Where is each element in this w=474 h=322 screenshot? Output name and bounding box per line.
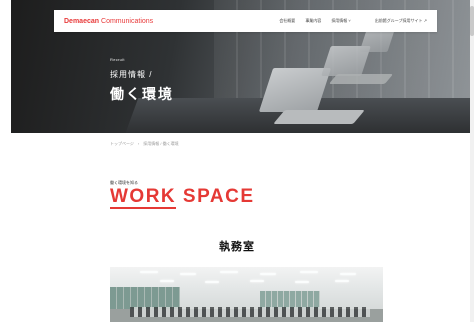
ceiling-light	[220, 271, 238, 273]
breadcrumb-separator: ›	[137, 141, 140, 146]
ceiling-light	[160, 280, 174, 282]
section-title-rest: SPACE	[176, 186, 255, 207]
site-logo[interactable]: Demaecan Communications	[64, 18, 153, 25]
breadcrumb-home[interactable]: トップページ	[110, 141, 134, 147]
hero-laptop-keyboard-2	[328, 74, 394, 84]
ceiling-light	[335, 280, 349, 282]
nav-item-company[interactable]: 会社概要	[279, 18, 295, 24]
hero-text: Recruit 採用情報 / 働く環境	[110, 57, 174, 104]
section-title-prefix: WORK	[110, 186, 177, 209]
scrollbar-thumb[interactable]	[470, 6, 474, 36]
nav-item-group-recruit[interactable]: 出前館グループ採用サイト ↗	[375, 18, 427, 24]
ceiling-light	[205, 281, 219, 283]
nav-item-business[interactable]: 事業内容	[305, 18, 321, 24]
hero-eyebrow: Recruit	[110, 57, 125, 62]
ceiling-light	[250, 280, 264, 282]
ceiling-light	[260, 273, 276, 275]
page-title: 働く環境	[110, 86, 174, 102]
ceiling-light	[140, 271, 158, 273]
section-title: WORK SPACE	[110, 186, 255, 209]
logo-sub: Communications	[101, 17, 154, 25]
nav-item-recruit[interactable]: 採用情報 ˅	[331, 18, 350, 24]
hero-laptop-keyboard	[273, 110, 365, 124]
ceiling-light	[180, 273, 196, 275]
office-desks	[130, 307, 370, 317]
office-photo	[110, 267, 383, 322]
page-scrollbar[interactable]	[470, 0, 474, 322]
ceiling-light	[300, 271, 318, 273]
site-header: Demaecan Communications 会社概要 事業内容 採用情報 ˅ …	[54, 10, 437, 32]
breadcrumb-current: 採用情報 / 働く環境	[143, 141, 179, 146]
breadcrumb: トップページ › 採用情報 / 働く環境	[110, 141, 179, 147]
ceiling-light	[295, 281, 309, 283]
ceiling-light	[340, 273, 356, 275]
logo-main: Demaecan	[64, 17, 100, 25]
global-nav: 会社概要 事業内容 採用情報 ˅ 出前館グループ採用サイト ↗	[279, 18, 427, 24]
hero-crumbline: 採用情報 /	[110, 70, 153, 79]
sub-heading: 執務室	[219, 241, 255, 253]
